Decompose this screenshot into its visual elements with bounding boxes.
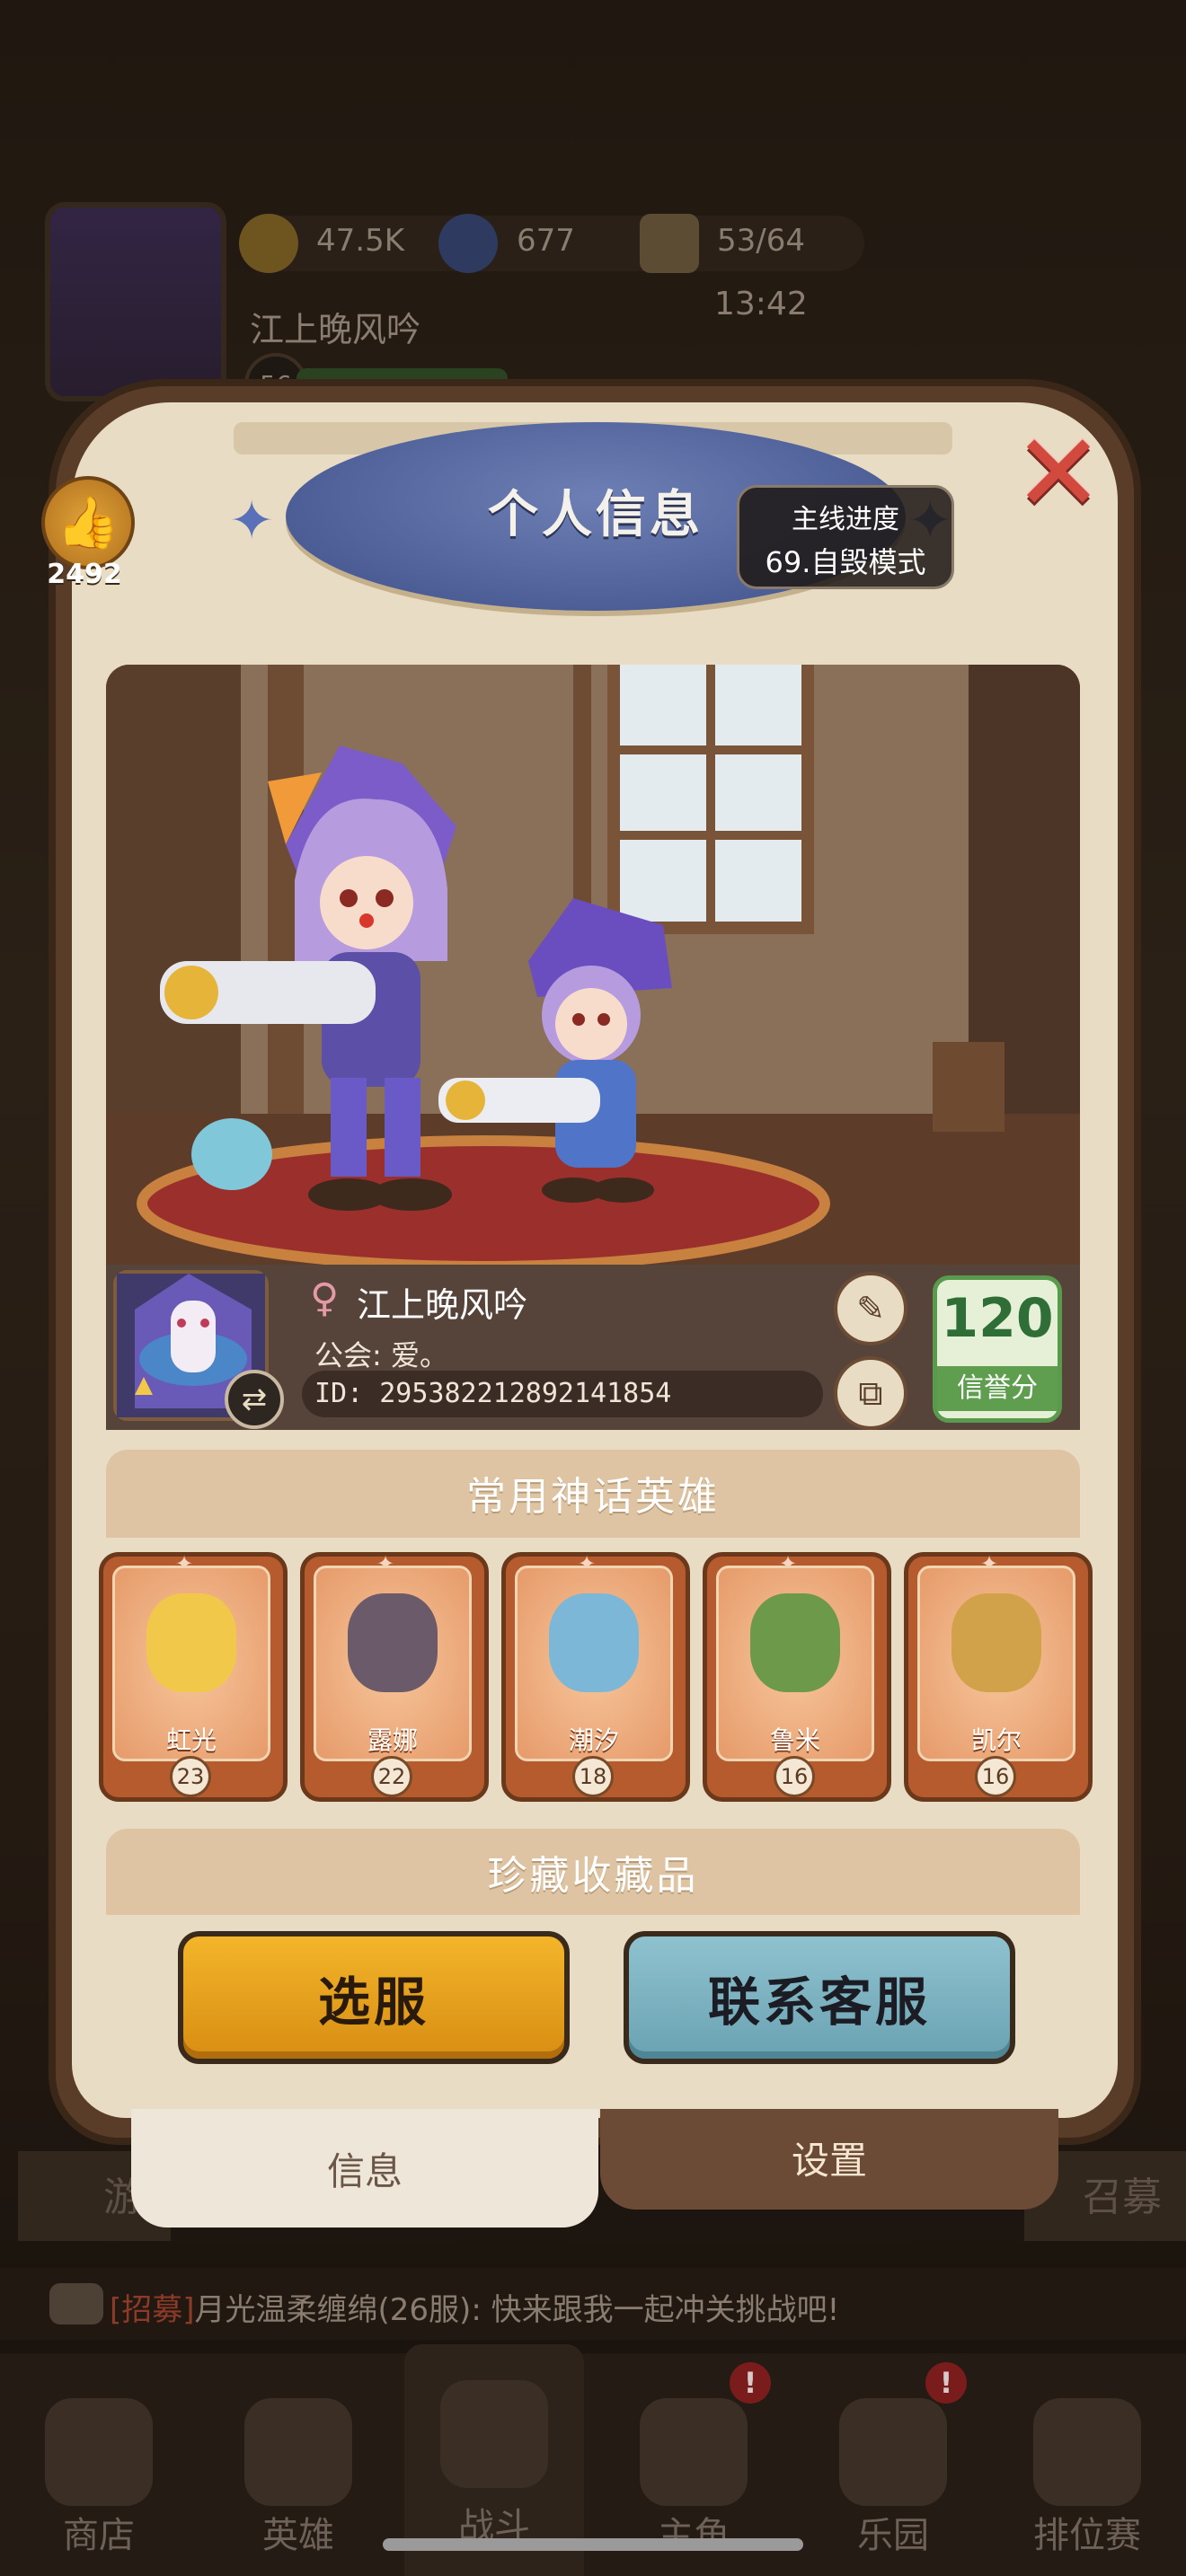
hero-level: 22	[371, 1756, 412, 1797]
copy-icon: ⧉	[858, 1372, 883, 1413]
coin-count: 47.5K	[316, 223, 404, 259]
hero-card[interactable]: ✦ 露娜 22	[300, 1551, 489, 1802]
heroes-section-title: 常用神话英雄	[466, 1474, 720, 1520]
main-progress-label: 主线进度	[792, 504, 899, 535]
hero-portrait	[951, 1593, 1041, 1692]
edit-pencil-icon: ✎	[856, 1289, 885, 1328]
chat-message[interactable]: [招募]月光温柔缠绵(26服): 快来跟我一起冲关挑战吧!	[110, 2285, 839, 2329]
hero-portrait	[549, 1593, 639, 1692]
nav-park[interactable]: 乐园	[803, 2389, 983, 2569]
nav-shop[interactable]: 商店	[9, 2389, 189, 2569]
hero-level: 16	[975, 1756, 1016, 1797]
hero-name: 潮汐	[568, 1725, 619, 1755]
battle-icon	[440, 2380, 548, 2488]
hero-name: 虹光	[165, 1725, 217, 1755]
hero-level: 23	[170, 1756, 211, 1797]
chat-bubble-icon	[49, 2283, 103, 2325]
protagonist-alert-badge: !	[730, 2362, 771, 2404]
star-icon: ✦	[229, 490, 275, 552]
likes-counter[interactable]: 👍 2492	[34, 476, 135, 593]
hero-portrait	[146, 1593, 236, 1692]
main-progress-box: 主线进度 69.自毁模式	[737, 485, 954, 589]
edit-profile-button[interactable]: ✎	[834, 1272, 907, 1345]
profile-guild: 公会: 爱。	[314, 1338, 448, 1372]
star-gem-icon	[438, 214, 498, 273]
home-indicator[interactable]	[383, 2538, 803, 2551]
castle-icon	[839, 2398, 947, 2506]
xp-bar	[296, 368, 508, 388]
park-alert-badge: !	[925, 2362, 967, 2404]
hero-card[interactable]: ✦ 虹光 23	[99, 1551, 288, 1802]
hero-level: 18	[572, 1756, 614, 1797]
hero-card[interactable]: ✦ 凯尔 16	[904, 1551, 1093, 1802]
hero-portrait	[750, 1593, 840, 1692]
gem-count: 677	[517, 223, 575, 259]
change-avatar-button[interactable]: ⇄	[225, 1370, 284, 1429]
coin-icon	[239, 214, 298, 273]
room-background	[106, 665, 1080, 1265]
likes-count: 2492	[47, 559, 122, 590]
close-icon: ✕	[1013, 411, 1104, 536]
hero-name: 鲁米	[769, 1725, 820, 1755]
nav-heroes[interactable]: 英雄	[208, 2389, 388, 2569]
female-gender-icon: ♀	[310, 1275, 340, 1321]
player-name-bg: 江上晚风吟	[250, 310, 421, 349]
main-progress-value: 69.自毁模式	[765, 545, 926, 579]
hero-card[interactable]: ✦ 鲁米 16	[703, 1551, 891, 1802]
character-showcase	[106, 665, 1080, 1265]
hero-card[interactable]: ✦ 潮汐 18	[501, 1551, 690, 1802]
profile-name: 江上晚风吟	[357, 1285, 528, 1325]
protagonist-icon	[640, 2398, 748, 2506]
shop-icon	[45, 2398, 153, 2506]
select-server-button[interactable]: 选服	[178, 1931, 570, 2064]
thumbs-up-icon: 👍	[41, 476, 135, 569]
collection-section-title: 珍藏收藏品	[487, 1853, 699, 1899]
reputation-score: 120	[941, 1287, 1054, 1350]
hero-level: 16	[774, 1756, 815, 1797]
side-banner-right-label: 召募	[1083, 2175, 1162, 2220]
hero-cards-icon	[244, 2398, 352, 2506]
lock-icon	[1033, 2398, 1141, 2506]
contact-support-button[interactable]: 联系客服	[624, 1931, 1015, 2064]
nav-ranked[interactable]: 排位赛	[997, 2389, 1177, 2569]
biscuit-energy-icon	[640, 214, 699, 273]
copy-id-button[interactable]: ⧉	[834, 1356, 907, 1430]
close-button[interactable]: ✕	[1005, 420, 1112, 528]
hero-name: 露娜	[367, 1725, 418, 1755]
player-avatar-bg	[45, 202, 226, 401]
hero-name: 凯尔	[970, 1725, 1022, 1755]
reputation-card: 120 信誉分	[933, 1275, 1062, 1423]
profile-id: ID: 29538221289214185​4	[314, 1378, 672, 1409]
tab-settings[interactable]: 设置	[600, 2109, 1058, 2210]
reputation-label: 信誉分	[937, 1366, 1058, 1411]
tab-info[interactable]: 信息	[131, 2109, 598, 2228]
energy-count: 53/64	[717, 223, 805, 259]
energy-timer: 13:42	[714, 286, 808, 322]
hero-portrait	[348, 1593, 438, 1692]
